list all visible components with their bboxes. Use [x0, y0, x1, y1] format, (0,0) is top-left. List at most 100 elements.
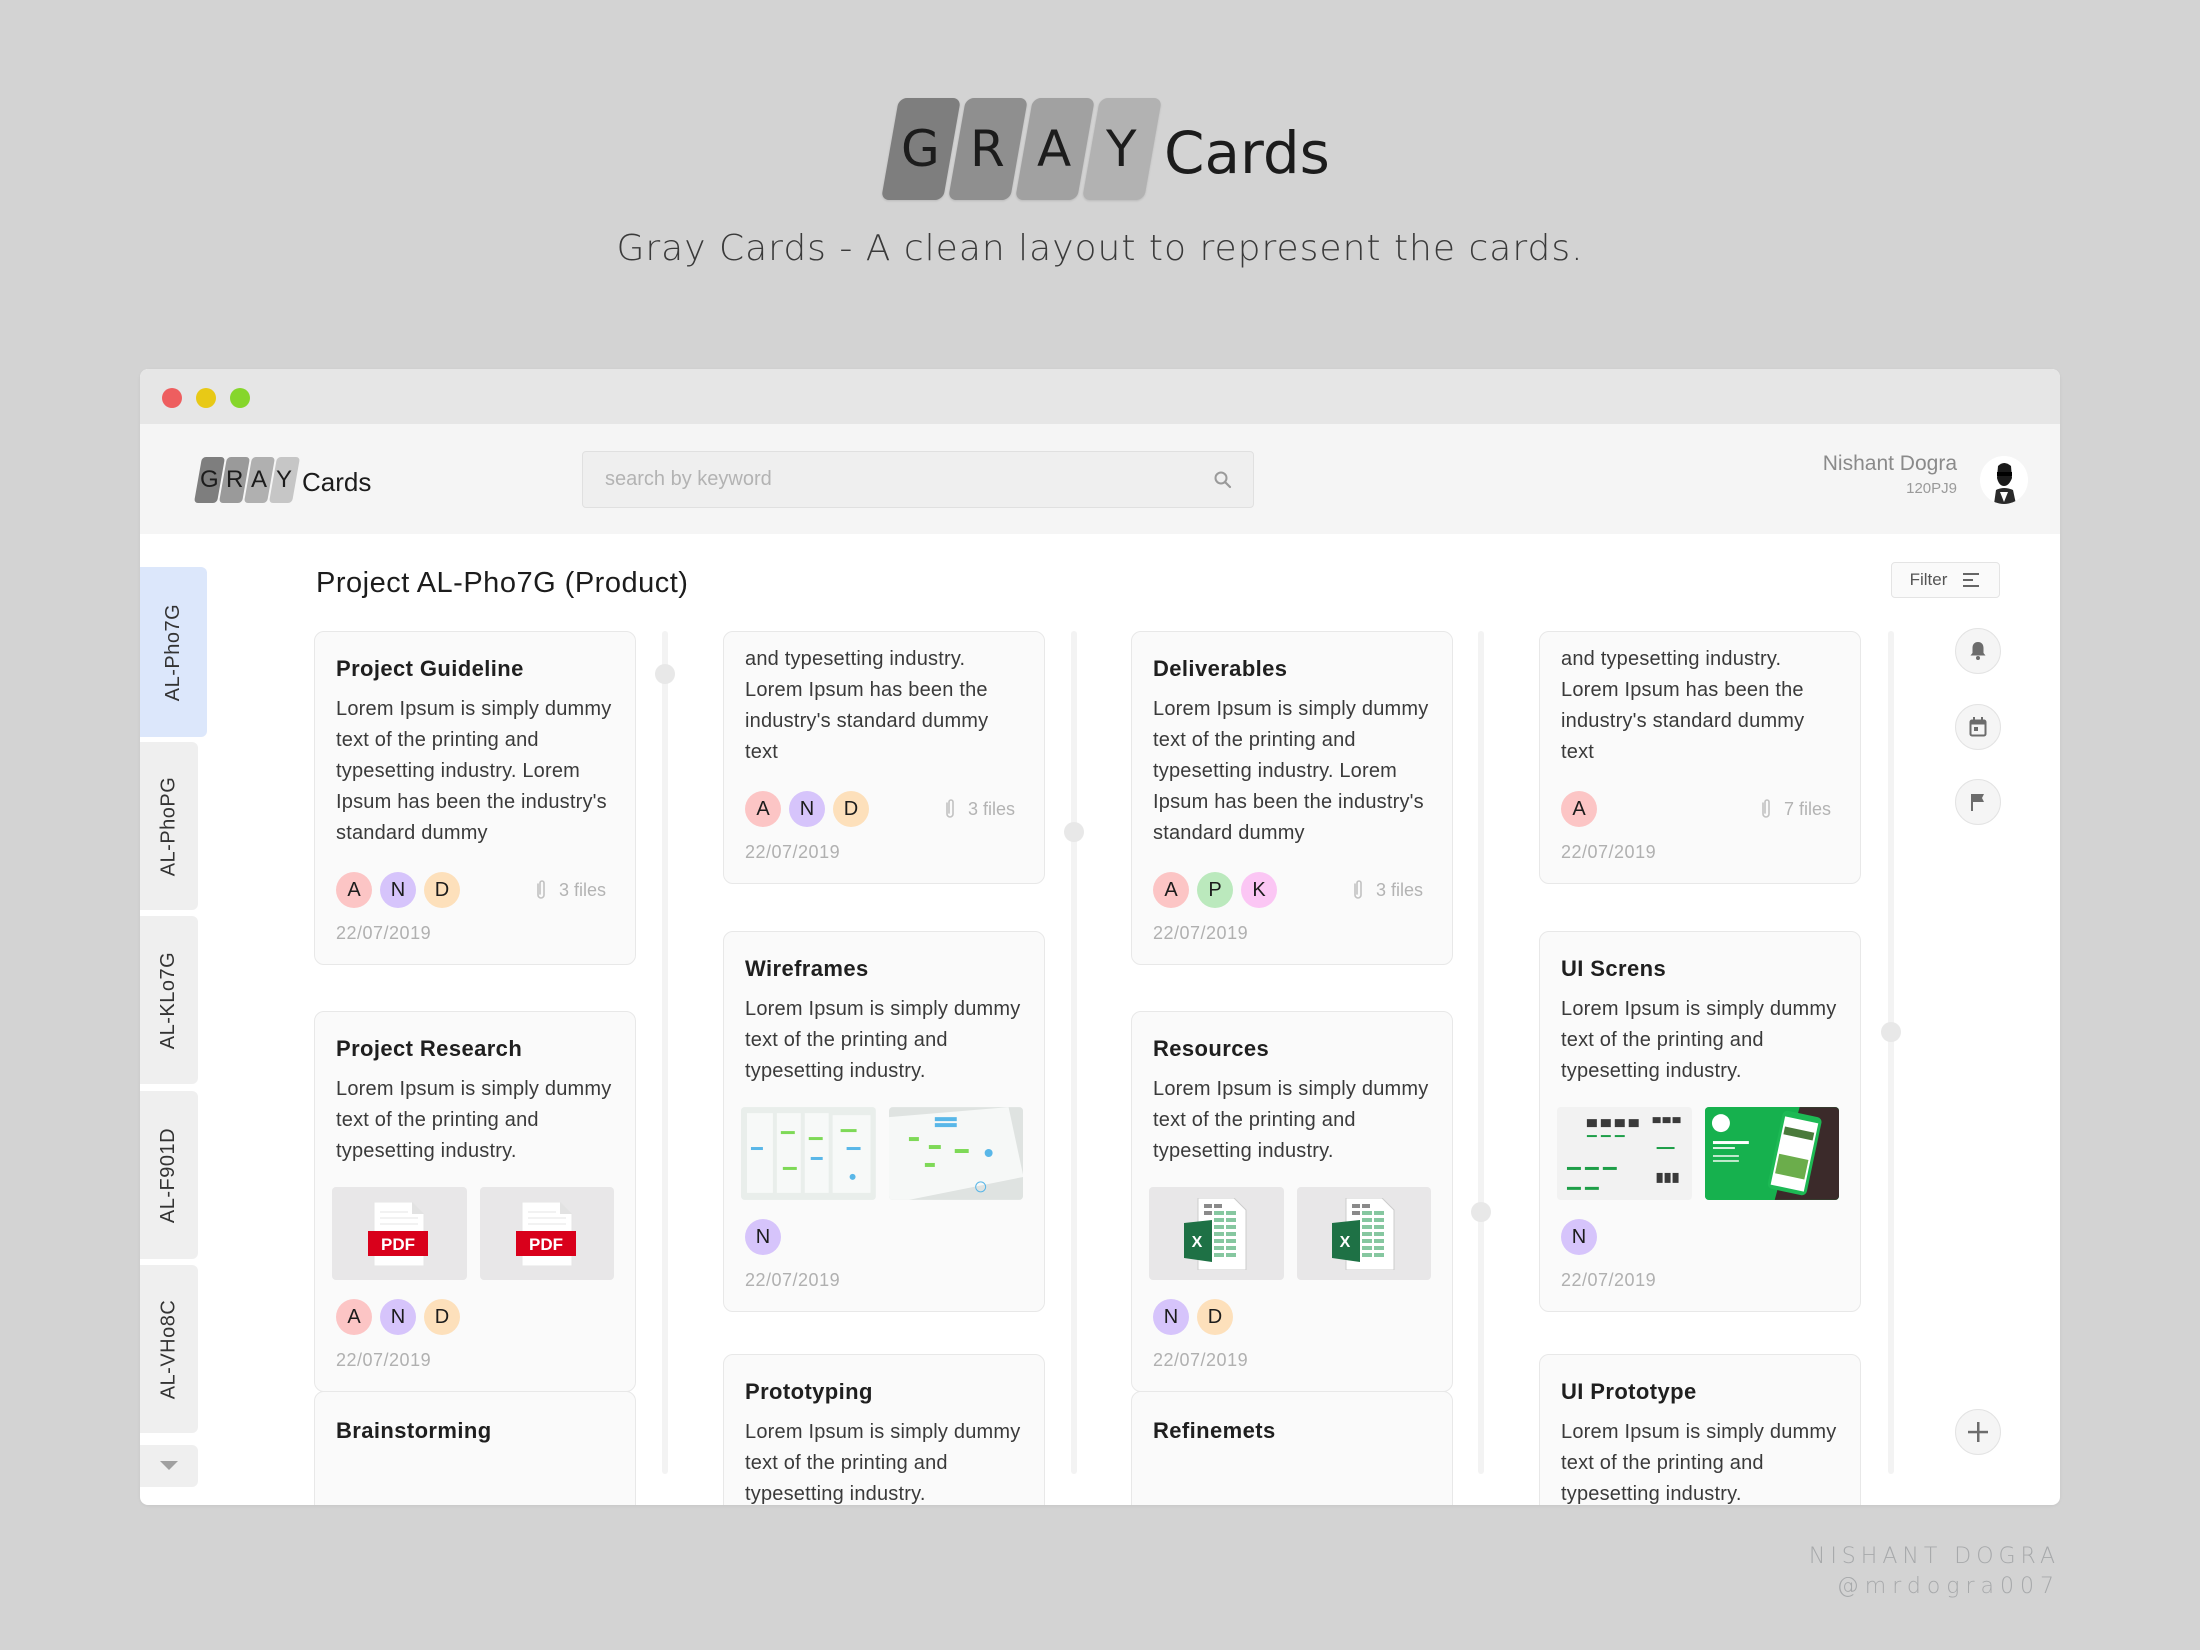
attachments-count[interactable]: 3 files [1352, 879, 1423, 901]
user-info[interactable]: Nishant Dogra 120PJ9 [1823, 452, 1957, 497]
search-icon[interactable] [1213, 470, 1233, 490]
maximize-window-button[interactable] [230, 388, 250, 408]
sidebar-tab-al-pho7g[interactable]: AL-Pho7G [140, 567, 207, 737]
user-name: Nishant Dogra [1822, 452, 1957, 475]
member-avatar[interactable]: A [745, 791, 781, 827]
wireframe-image[interactable] [741, 1107, 876, 1200]
card-resources[interactable]: Resources Lorem Ipsum is simply dummy te… [1131, 1011, 1453, 1392]
member-avatar[interactable]: D [424, 1299, 460, 1335]
close-window-button[interactable] [162, 388, 182, 408]
app-logo-word: Cards [302, 466, 372, 497]
footer-author-handle: @mrdogra007 [1836, 1574, 2060, 1599]
timeline-line [1071, 631, 1077, 1474]
card-deliverables[interactable]: Deliverables Lorem Ipsum is simply dummy… [1131, 631, 1453, 965]
sidebar-tab-al-klo7g[interactable]: AL-KLo7G [140, 916, 198, 1084]
card-title: Deliverables [1153, 656, 1288, 681]
sidebar-more-button[interactable] [140, 1445, 198, 1487]
card-meta: A N D [336, 1298, 614, 1336]
card-title: UI Screns [1561, 956, 1667, 981]
filter-lines-icon [1963, 573, 1980, 587]
attachments-count[interactable]: 3 files [535, 879, 606, 901]
card-title: Brainstorming [336, 1418, 492, 1443]
member-avatar[interactable]: N [745, 1219, 781, 1255]
wireframe-image[interactable] [888, 1107, 1023, 1200]
card-description: Lorem Ipsum is simply dummy text of the … [1561, 998, 1837, 1082]
card-title: Project Research [336, 1036, 523, 1061]
card-meta: A N D 3 files [745, 790, 1023, 828]
attachments-count[interactable]: 7 files [1760, 798, 1831, 820]
member-avatar[interactable]: A [1561, 791, 1597, 827]
app-window: G R A Y Cards Nishant Dogra 120PJ9 AL-Ph… [140, 369, 2060, 1505]
attachments-count[interactable]: 3 files [944, 798, 1015, 820]
card-title: Wireframes [745, 956, 869, 981]
card-ui-screns[interactable]: UI Screns Lorem Ipsum is simply dummy te… [1539, 931, 1861, 1312]
notifications-button[interactable] [1955, 628, 2001, 674]
member-avatar[interactable]: N [789, 791, 825, 827]
member-avatar[interactable]: N [1153, 1299, 1189, 1335]
svg-text:PDF: PDF [381, 1235, 415, 1254]
add-card-button[interactable] [1955, 1409, 2001, 1455]
card-attachments: X X [1149, 1187, 1431, 1280]
card-project-guideline[interactable]: Project Guideline Lorem Ipsum is simply … [314, 631, 636, 965]
timeline-line [1888, 631, 1894, 1474]
member-avatar[interactable]: A [336, 872, 372, 908]
excel-attachment[interactable]: X [1296, 1187, 1431, 1280]
card-meta: N D [1153, 1298, 1431, 1336]
excel-attachment[interactable]: X [1149, 1187, 1284, 1280]
pdf-file-icon: PDF [515, 1201, 576, 1266]
sidebar-tab-al-vho8c[interactable]: AL-VHo8C [140, 1265, 198, 1433]
flag-icon [1971, 794, 1984, 811]
app-design-image[interactable] [1704, 1107, 1839, 1200]
pdf-attachment[interactable]: PDF [479, 1187, 614, 1280]
member-avatar[interactable]: A [336, 1299, 372, 1335]
paperclip-icon [1354, 880, 1362, 899]
member-avatar[interactable]: A [1153, 872, 1189, 908]
ui-screens-thumbnail [1557, 1107, 1692, 1200]
member-avatar[interactable]: D [424, 872, 460, 908]
plus-icon [1968, 1422, 1988, 1442]
card-prototyping[interactable]: Prototyping Lorem Ipsum is simply dummy … [723, 1354, 1045, 1505]
timeline-line [662, 631, 668, 1474]
member-avatar[interactable]: N [380, 1299, 416, 1335]
user-avatar[interactable] [1980, 456, 2028, 504]
timeline-dot[interactable] [655, 664, 675, 684]
paperclip-icon [537, 880, 545, 899]
sidebar-tab-al-f901d[interactable]: AL-F901D [140, 1091, 198, 1259]
search-input[interactable] [583, 452, 1183, 507]
card-project-research[interactable]: Project Research Lorem Ipsum is simply d… [314, 1011, 636, 1392]
calendar-button[interactable] [1955, 704, 2001, 750]
timeline-dot[interactable] [1064, 822, 1084, 842]
member-avatar[interactable]: D [833, 791, 869, 827]
excel-file-icon: X [1331, 1197, 1395, 1270]
card-date: 22/07/2019 [1153, 923, 1249, 943]
logo-tile: R [948, 98, 1028, 200]
member-avatar[interactable]: K [1241, 872, 1277, 908]
card-meta: A 7 files [1561, 790, 1839, 828]
filter-button[interactable]: Filter [1891, 562, 2000, 598]
member-avatar[interactable]: D [1197, 1299, 1233, 1335]
flag-button[interactable] [1955, 779, 2001, 825]
card-ui-prototype[interactable]: UI Prototype Lorem Ipsum is simply dummy… [1539, 1354, 1861, 1505]
member-avatar[interactable]: N [1561, 1219, 1597, 1255]
sidebar-tab-al-phopg[interactable]: AL-PhoPG [140, 742, 198, 910]
excel-file-icon: X [1184, 1197, 1247, 1270]
card-title: UI Prototype [1561, 1379, 1697, 1404]
pdf-attachment[interactable]: PDF [332, 1187, 467, 1280]
card-refinemets[interactable]: Refinemets [1131, 1391, 1453, 1505]
card-brainstorming[interactable]: Brainstorming [314, 1391, 636, 1505]
card-description: Lorem Ipsum is simply dummy text of the … [1561, 1421, 1837, 1505]
timeline-dot[interactable] [1881, 1022, 1901, 1042]
app-logo[interactable]: G R A Y Cards [193, 457, 372, 503]
card-wireframes[interactable]: Wireframes Lorem Ipsum is simply dummy t… [723, 931, 1045, 1312]
ui-screens-image[interactable] [1557, 1107, 1692, 1200]
card-meta: A N D 3 files [336, 871, 614, 909]
card-continued[interactable]: and typesetting industry. Lorem Ipsum ha… [1539, 631, 1861, 884]
member-avatar[interactable]: P [1197, 872, 1233, 908]
timeline-dot[interactable] [1471, 1202, 1491, 1222]
card-attachments: PDF PDF [332, 1187, 614, 1280]
minimize-window-button[interactable] [196, 388, 216, 408]
card-title: Refinemets [1153, 1418, 1276, 1443]
card-description: Lorem Ipsum is simply dummy text of the … [336, 1078, 612, 1162]
member-avatar[interactable]: N [380, 872, 416, 908]
card-continued[interactable]: and typesetting industry. Lorem Ipsum ha… [723, 631, 1045, 884]
